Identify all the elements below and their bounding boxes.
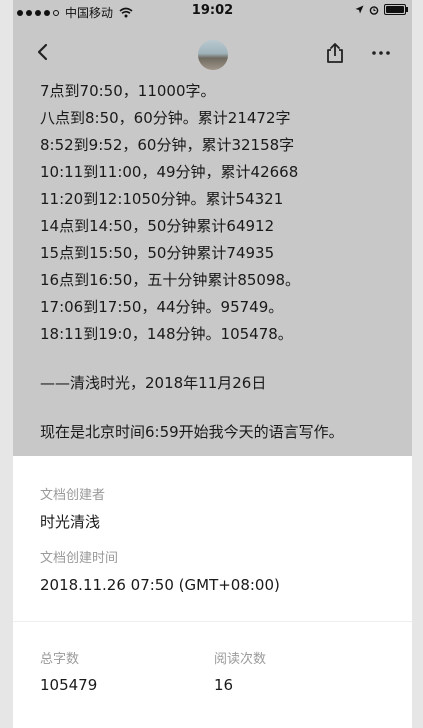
back-icon[interactable] [31,40,55,64]
status-indicators [355,4,408,15]
battery-icon [384,4,408,15]
read-count-label: 阅读次数 [214,652,267,667]
share-icon[interactable] [323,41,347,65]
status-time: 19:02 [191,3,234,18]
phone-screen: 中国移动 19:02 7点到70:50，11000字。 八点到8:50，60分钟… [13,0,412,728]
nav-bar [13,30,412,76]
content-line: 11:20到12:1050分钟。累计54321 [40,190,284,208]
creator-value: 时光清浅 [40,513,101,531]
content-line: 10:11到11:00，49分钟，累计42668 [40,163,299,181]
content-line: 7点到70:50，11000字。 [40,82,216,100]
signature-line: ——清浅时光，2018年11月26日 [40,374,267,392]
intro-line: 现在是北京时间6:59开始我今天的语言写作。 [40,423,344,441]
content-line: 14点到14:50，50分钟累计64912 [40,217,275,235]
created-time-label: 文档创建时间 [40,551,119,566]
word-count-value: 105479 [40,676,98,694]
creator-label: 文档创建者 [40,488,106,503]
content-line: 八点到8:50，60分钟。累计21472字 [40,109,291,127]
content-line: 17:06到17:50，44分钟。95749。 [40,298,284,316]
avatar[interactable] [198,40,228,70]
more-icon[interactable] [369,41,393,65]
content-line: 16点到16:50，五十分钟累计85098。 [40,271,301,289]
divider [13,621,412,622]
read-count-value: 16 [214,676,234,694]
content-line: 15点到15:50，50分钟累计74935 [40,244,275,262]
location-arrow-icon [355,5,364,14]
content-line: 18:11到19:0，148分钟。105478。 [40,325,293,343]
created-time-value: 2018.11.26 07:50 (GMT+08:00) [40,576,280,594]
alarm-icon [369,5,379,15]
document-content: 7点到70:50，11000字。 八点到8:50，60分钟。累计21472字 8… [40,78,400,446]
status-bar: 中国移动 19:02 [13,0,412,22]
content-line: 8:52到9:52，60分钟，累计32158字 [40,136,295,154]
document-info-sheet: 文档创建者 时光清浅 文档创建时间 2018.11.26 07:50 (GMT+… [13,456,412,728]
word-count-label: 总字数 [40,652,80,667]
